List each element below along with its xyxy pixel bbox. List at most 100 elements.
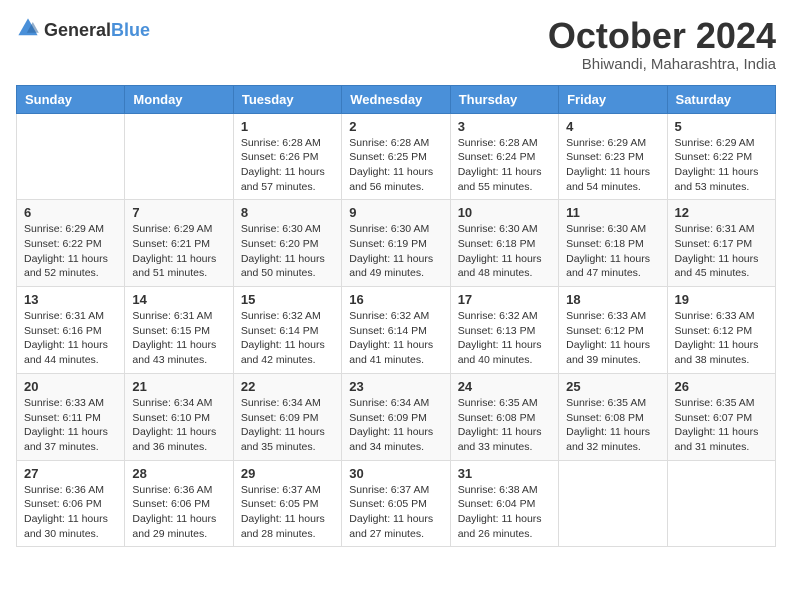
day-number: 10	[458, 205, 551, 220]
col-tuesday: Tuesday	[233, 85, 341, 113]
table-row: 8 Sunrise: 6:30 AM Sunset: 6:20 PM Daylig…	[233, 200, 341, 287]
day-number: 13	[24, 292, 117, 307]
calendar-week-row: 1 Sunrise: 6:28 AM Sunset: 6:26 PM Daylig…	[17, 113, 776, 200]
day-number: 28	[132, 466, 225, 481]
table-row: 6Sunrise: 6:29 AM Sunset: 6:22 PM Daylig…	[17, 200, 125, 287]
day-number: 23	[349, 379, 442, 394]
cell-info: Sunrise: 6:29 AM Sunset: 6:22 PM Dayligh…	[675, 136, 768, 195]
cell-info: Sunrise: 6:34 AM Sunset: 6:09 PM Dayligh…	[349, 396, 442, 455]
cell-info: Sunrise: 6:36 AM Sunset: 6:06 PM Dayligh…	[24, 483, 117, 542]
table-row: 3Sunrise: 6:28 AM Sunset: 6:24 PM Daylig…	[450, 113, 558, 200]
table-row: 19 Sunrise: 6:33 AM Sunset: 6:12 PM Dayli…	[667, 287, 775, 374]
table-row: 18 Sunrise: 6:33 AM Sunset: 6:12 PM Dayli…	[559, 287, 667, 374]
calendar-week-row: 20Sunrise: 6:33 AM Sunset: 6:11 PM Dayli…	[17, 373, 776, 460]
cell-info: Sunrise: 6:35 AM Sunset: 6:08 PM Dayligh…	[458, 396, 551, 455]
cell-info: Sunrise: 6:35 AM Sunset: 6:07 PM Dayligh…	[675, 396, 768, 455]
cell-info: Sunrise: 6:33 AM Sunset: 6:12 PM Dayligh…	[566, 309, 659, 368]
title-block: October 2024 Bhiwandi, Maharashtra, Indi…	[548, 16, 776, 73]
day-number: 9	[349, 205, 442, 220]
day-number: 15	[241, 292, 334, 307]
location: Bhiwandi, Maharashtra, India	[548, 56, 776, 73]
day-number: 18	[566, 292, 659, 307]
table-row: 31Sunrise: 6:38 AM Sunset: 6:04 PM Dayli…	[450, 460, 558, 547]
cell-info: Sunrise: 6:29 AM Sunset: 6:21 PM Dayligh…	[132, 222, 225, 281]
table-row: 15 Sunrise: 6:32 AM Sunset: 6:14 PM Dayli…	[233, 287, 341, 374]
day-number: 25	[566, 379, 659, 394]
logo-general: General	[44, 20, 111, 40]
table-row: 24 Sunrise: 6:35 AM Sunset: 6:08 PM Dayli…	[450, 373, 558, 460]
cell-info: Sunrise: 6:37 AM Sunset: 6:05 PM Dayligh…	[349, 483, 442, 542]
day-number: 21	[132, 379, 225, 394]
table-row: 5 Sunrise: 6:29 AM Sunset: 6:22 PM Daylig…	[667, 113, 775, 200]
logo-icon	[16, 16, 40, 40]
day-number: 7	[132, 205, 225, 220]
day-number: 2	[349, 119, 442, 134]
table-row: 25 Sunrise: 6:35 AM Sunset: 6:08 PM Dayli…	[559, 373, 667, 460]
cell-info: Sunrise: 6:31 AM Sunset: 6:15 PM Dayligh…	[132, 309, 225, 368]
col-monday: Monday	[125, 85, 233, 113]
cell-info: Sunrise: 6:37 AM Sunset: 6:05 PM Dayligh…	[241, 483, 334, 542]
cell-info: Sunrise: 6:36 AM Sunset: 6:06 PM Dayligh…	[132, 483, 225, 542]
day-number: 29	[241, 466, 334, 481]
col-thursday: Thursday	[450, 85, 558, 113]
day-number: 17	[458, 292, 551, 307]
col-saturday: Saturday	[667, 85, 775, 113]
table-row: 13 Sunrise: 6:31 AM Sunset: 6:16 PM Dayli…	[17, 287, 125, 374]
day-number: 8	[241, 205, 334, 220]
table-row: 23 Sunrise: 6:34 AM Sunset: 6:09 PM Dayli…	[342, 373, 450, 460]
col-wednesday: Wednesday	[342, 85, 450, 113]
table-row	[17, 113, 125, 200]
calendar-header-row: Sunday Monday Tuesday Wednesday Thursday…	[17, 85, 776, 113]
cell-info: Sunrise: 6:30 AM Sunset: 6:18 PM Dayligh…	[566, 222, 659, 281]
table-row: 12Sunrise: 6:31 AM Sunset: 6:17 PM Dayli…	[667, 200, 775, 287]
calendar-week-row: 13 Sunrise: 6:31 AM Sunset: 6:16 PM Dayli…	[17, 287, 776, 374]
table-row: 30Sunrise: 6:37 AM Sunset: 6:05 PM Dayli…	[342, 460, 450, 547]
day-number: 16	[349, 292, 442, 307]
logo-blue: Blue	[111, 20, 150, 40]
day-number: 19	[675, 292, 768, 307]
table-row: 21Sunrise: 6:34 AM Sunset: 6:10 PM Dayli…	[125, 373, 233, 460]
day-number: 11	[566, 205, 659, 220]
cell-info: Sunrise: 6:28 AM Sunset: 6:25 PM Dayligh…	[349, 136, 442, 195]
day-number: 22	[241, 379, 334, 394]
cell-info: Sunrise: 6:32 AM Sunset: 6:13 PM Dayligh…	[458, 309, 551, 368]
calendar-week-row: 27Sunrise: 6:36 AM Sunset: 6:06 PM Dayli…	[17, 460, 776, 547]
cell-info: Sunrise: 6:30 AM Sunset: 6:19 PM Dayligh…	[349, 222, 442, 281]
cell-info: Sunrise: 6:35 AM Sunset: 6:08 PM Dayligh…	[566, 396, 659, 455]
cell-info: Sunrise: 6:28 AM Sunset: 6:26 PM Dayligh…	[241, 136, 334, 195]
cell-info: Sunrise: 6:38 AM Sunset: 6:04 PM Dayligh…	[458, 483, 551, 542]
cell-info: Sunrise: 6:33 AM Sunset: 6:12 PM Dayligh…	[675, 309, 768, 368]
month-title: October 2024	[548, 16, 776, 56]
calendar-week-row: 6Sunrise: 6:29 AM Sunset: 6:22 PM Daylig…	[17, 200, 776, 287]
cell-info: Sunrise: 6:31 AM Sunset: 6:16 PM Dayligh…	[24, 309, 117, 368]
table-row	[559, 460, 667, 547]
cell-info: Sunrise: 6:34 AM Sunset: 6:09 PM Dayligh…	[241, 396, 334, 455]
cell-info: Sunrise: 6:29 AM Sunset: 6:22 PM Dayligh…	[24, 222, 117, 281]
day-number: 4	[566, 119, 659, 134]
day-number: 1	[241, 119, 334, 134]
cell-info: Sunrise: 6:31 AM Sunset: 6:17 PM Dayligh…	[675, 222, 768, 281]
cell-info: Sunrise: 6:28 AM Sunset: 6:24 PM Dayligh…	[458, 136, 551, 195]
page-header: GeneralBlue October 2024 Bhiwandi, Mahar…	[16, 16, 776, 73]
cell-info: Sunrise: 6:30 AM Sunset: 6:20 PM Dayligh…	[241, 222, 334, 281]
table-row: 29 Sunrise: 6:37 AM Sunset: 6:05 PM Dayli…	[233, 460, 341, 547]
table-row: 27Sunrise: 6:36 AM Sunset: 6:06 PM Dayli…	[17, 460, 125, 547]
table-row: 4 Sunrise: 6:29 AM Sunset: 6:23 PM Daylig…	[559, 113, 667, 200]
table-row: 20Sunrise: 6:33 AM Sunset: 6:11 PM Dayli…	[17, 373, 125, 460]
day-number: 24	[458, 379, 551, 394]
cell-info: Sunrise: 6:30 AM Sunset: 6:18 PM Dayligh…	[458, 222, 551, 281]
cell-info: Sunrise: 6:32 AM Sunset: 6:14 PM Dayligh…	[349, 309, 442, 368]
table-row: 26Sunrise: 6:35 AM Sunset: 6:07 PM Dayli…	[667, 373, 775, 460]
cell-info: Sunrise: 6:32 AM Sunset: 6:14 PM Dayligh…	[241, 309, 334, 368]
logo: GeneralBlue	[16, 16, 150, 45]
table-row: 16 Sunrise: 6:32 AM Sunset: 6:14 PM Dayli…	[342, 287, 450, 374]
table-row: 17 Sunrise: 6:32 AM Sunset: 6:13 PM Dayli…	[450, 287, 558, 374]
table-row: 28 Sunrise: 6:36 AM Sunset: 6:06 PM Dayli…	[125, 460, 233, 547]
day-number: 14	[132, 292, 225, 307]
cell-info: Sunrise: 6:29 AM Sunset: 6:23 PM Dayligh…	[566, 136, 659, 195]
day-number: 5	[675, 119, 768, 134]
table-row: 14 Sunrise: 6:31 AM Sunset: 6:15 PM Dayli…	[125, 287, 233, 374]
table-row: 22 Sunrise: 6:34 AM Sunset: 6:09 PM Dayli…	[233, 373, 341, 460]
col-sunday: Sunday	[17, 85, 125, 113]
table-row: 10 Sunrise: 6:30 AM Sunset: 6:18 PM Dayli…	[450, 200, 558, 287]
